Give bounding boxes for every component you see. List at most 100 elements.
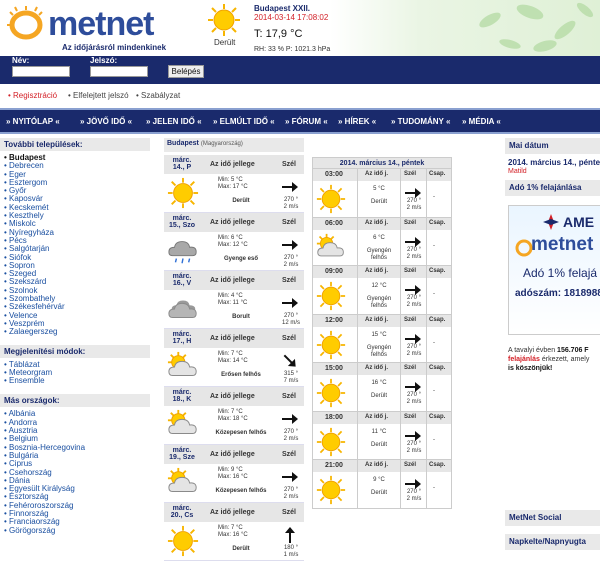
precip-value: - bbox=[433, 485, 435, 491]
day-date[interactable]: márc. 15., Szo bbox=[166, 215, 198, 229]
ad-brand-metnet: metnet bbox=[531, 234, 594, 255]
weather-column-label: Az idő jellege bbox=[210, 451, 255, 458]
sun-icon bbox=[316, 427, 346, 459]
tax-offer-heading: Adó 1% felajánlása bbox=[505, 180, 600, 196]
precip-value: - bbox=[433, 436, 435, 443]
hour-condition: Derült bbox=[370, 199, 387, 205]
day-date[interactable]: márc. 20., Cs bbox=[166, 505, 198, 519]
wind-arrow-icon bbox=[280, 295, 300, 313]
site-logo[interactable]: metnet Az időjárásról mindenkinek bbox=[6, 4, 201, 52]
precip-value: - bbox=[433, 291, 435, 297]
wind-column-label: Szél bbox=[282, 393, 297, 400]
hour-time: 03:00 bbox=[325, 171, 343, 178]
settlements-heading: További települések: bbox=[0, 138, 150, 151]
nav-forum[interactable]: » FÓRUM « bbox=[285, 117, 328, 126]
cloud-rain-icon bbox=[167, 235, 199, 269]
nav-science[interactable]: » TUDOMÁNY « bbox=[391, 117, 450, 126]
sunrise-heading[interactable]: Napkelte/Napnyugta bbox=[505, 534, 600, 550]
condition-text: Derült bbox=[232, 198, 250, 204]
daily-row: márc. 14., P Az idő jellege Szél Min: 5 … bbox=[164, 155, 304, 213]
rules-link[interactable]: • Szabályzat bbox=[136, 91, 180, 100]
hour-time: 06:00 bbox=[325, 219, 343, 227]
site-header: metnet Az időjárásról mindenkinek Derült… bbox=[0, 0, 600, 56]
wind-value: 270 ° 2 m/s bbox=[406, 440, 422, 454]
wind-arrow-icon bbox=[280, 237, 300, 255]
hour-condition: Gyengén felhős bbox=[366, 247, 392, 261]
hour-time: 12:00 bbox=[325, 316, 343, 324]
hour-temp: 9 °C bbox=[373, 477, 385, 483]
daily-forecast-table: márc. 14., P Az idő jellege Szél Min: 5 … bbox=[164, 155, 304, 561]
wind-column-label: Szél bbox=[404, 219, 417, 226]
humidity-pressure: RH: 33 % P: 1021.3 hPa bbox=[254, 46, 331, 53]
station-name[interactable]: Budapest XXII. bbox=[254, 4, 310, 13]
weather-column-label: Az idő j. bbox=[365, 219, 388, 226]
wind-column-label: Szél bbox=[404, 316, 417, 323]
settlement-item-21[interactable]: • Zalaegerszeg bbox=[0, 327, 150, 336]
condition-text: Közepesen felhős bbox=[215, 488, 267, 494]
tax-offer-banner[interactable]: AME metnet Adó 1% felajá adószám: 181898… bbox=[508, 205, 600, 335]
precip-column-label: Csap. bbox=[429, 268, 446, 274]
precip-value: - bbox=[433, 388, 435, 394]
precip-value: - bbox=[433, 242, 435, 249]
min-temp: Min: 9 °C bbox=[218, 467, 243, 473]
nav-past[interactable]: » ELMÚLT IDŐ « bbox=[213, 117, 275, 126]
nav-forecast[interactable]: » JÖVŐ IDŐ « bbox=[80, 117, 132, 126]
weather-column-label: Az idő j. bbox=[365, 365, 388, 371]
hourly-row: 12:00 Az idő j. Szél Csap. 15 °C Gyengén… bbox=[312, 314, 452, 363]
wind-value: 270 ° 2 m/s bbox=[406, 295, 422, 308]
min-temp: Min: 7 °C bbox=[218, 409, 243, 415]
display-mode-item-2[interactable]: • Ensemble bbox=[0, 376, 150, 385]
forgot-password-link[interactable]: • Elfelejtett jelszó bbox=[68, 91, 129, 100]
wind-value: 270 ° 2 m/s bbox=[283, 429, 299, 442]
weather-column-label: Az idő j. bbox=[365, 268, 388, 274]
wind-column-label: Szél bbox=[282, 335, 297, 342]
overcast-icon bbox=[167, 293, 199, 327]
weather-column-label: Az idő jellege bbox=[210, 161, 255, 168]
partly-cloudy-icon bbox=[167, 409, 199, 443]
max-temp: Max: 18 °C bbox=[218, 416, 248, 422]
wind-value: 270 ° 2 m/s bbox=[406, 489, 422, 502]
right-sidebar: Mai dátum 2014. március 14., péntek Mati… bbox=[505, 138, 600, 560]
hourly-row: 18:00 Az idő j. Szél Csap. 11 °C Derült … bbox=[312, 411, 452, 460]
condition-text: Derült bbox=[232, 546, 250, 552]
wind-value: 180 ° 1 m/s bbox=[283, 545, 299, 558]
sun-icon bbox=[167, 525, 199, 559]
partly-cloudy-icon bbox=[167, 351, 199, 385]
hourly-forecast-table: 03:00 Az idő j. Szél Csap. 5 °C Derült 2… bbox=[312, 169, 452, 509]
day-date[interactable]: márc. 18., K bbox=[166, 389, 198, 403]
password-label: Jelszó: bbox=[90, 56, 118, 65]
nav-home[interactable]: » NYITÓLAP « bbox=[6, 117, 60, 126]
current-condition: Derült bbox=[214, 38, 236, 47]
logo-wordmark: metnet bbox=[48, 5, 154, 43]
nav-news[interactable]: » HÍREK « bbox=[338, 117, 376, 126]
hour-condition: Derült bbox=[370, 441, 387, 448]
password-input[interactable] bbox=[90, 66, 148, 77]
nav-present[interactable]: » JELEN IDŐ « bbox=[146, 117, 202, 126]
max-temp: Max: 11 °C bbox=[218, 300, 248, 306]
day-date[interactable]: márc. 17., H bbox=[166, 331, 198, 345]
wind-arrow-icon bbox=[280, 527, 300, 545]
logo-ring-icon bbox=[7, 6, 43, 40]
login-bar: Név: Jelszó: Belépés bbox=[0, 56, 600, 84]
wind-value: 270 ° 2 m/s bbox=[406, 246, 422, 260]
sun-icon bbox=[167, 177, 199, 211]
day-date[interactable]: márc. 14., P bbox=[166, 157, 198, 171]
precip-column-label: Csap. bbox=[429, 365, 446, 371]
register-link[interactable]: • Regisztráció bbox=[8, 91, 57, 100]
condition-text: Borult bbox=[232, 314, 250, 320]
weather-column-label: Az idő j. bbox=[365, 413, 388, 420]
name-label: Név: bbox=[12, 56, 30, 65]
day-date[interactable]: márc. 19., Sze bbox=[166, 447, 198, 461]
precip-column-label: Csap. bbox=[429, 171, 446, 177]
name-input[interactable] bbox=[12, 66, 70, 77]
wind-column-label: Szél bbox=[404, 365, 417, 371]
login-button[interactable]: Belépés bbox=[168, 65, 204, 78]
wind-column-label: Szél bbox=[404, 171, 417, 177]
account-links: • Regisztráció • Elfelejtett jelszó • Sz… bbox=[0, 84, 600, 108]
nav-media[interactable]: » MÉDIA « bbox=[462, 117, 501, 126]
daily-row: márc. 16., V Az idő jellege Szél Min: 4 … bbox=[164, 271, 304, 329]
day-date[interactable]: márc. 16., V bbox=[166, 273, 198, 287]
country-item-14[interactable]: • Görögország bbox=[0, 526, 150, 535]
daily-forecast-heading: Budapest (Magyarország) bbox=[164, 138, 304, 152]
weather-column-label: Az idő j. bbox=[365, 462, 388, 468]
